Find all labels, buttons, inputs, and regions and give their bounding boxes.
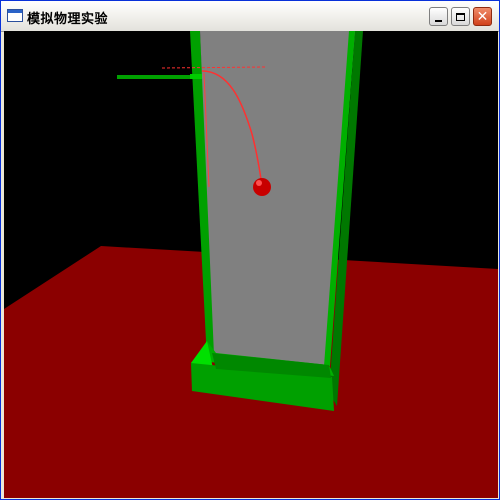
launcher-tip [190, 74, 202, 79]
ball [253, 178, 271, 196]
close-icon: ✕ [476, 8, 489, 25]
launcher-bar [117, 75, 201, 79]
window-title: 模拟物理实验 [27, 12, 109, 27]
maximize-icon [456, 12, 465, 21]
app-window: 模拟物理实验 ✕ [0, 0, 500, 500]
3d-viewport[interactable] [4, 31, 498, 498]
minimize-icon [435, 19, 442, 22]
app-window-icon [7, 9, 23, 22]
maximize-button[interactable] [451, 7, 470, 26]
title-bar[interactable]: 模拟物理实验 ✕ [1, 1, 499, 32]
scene-canvas [4, 31, 498, 498]
ball-highlight [256, 180, 262, 186]
close-button[interactable]: ✕ [473, 7, 492, 26]
minimize-button[interactable] [429, 7, 448, 26]
